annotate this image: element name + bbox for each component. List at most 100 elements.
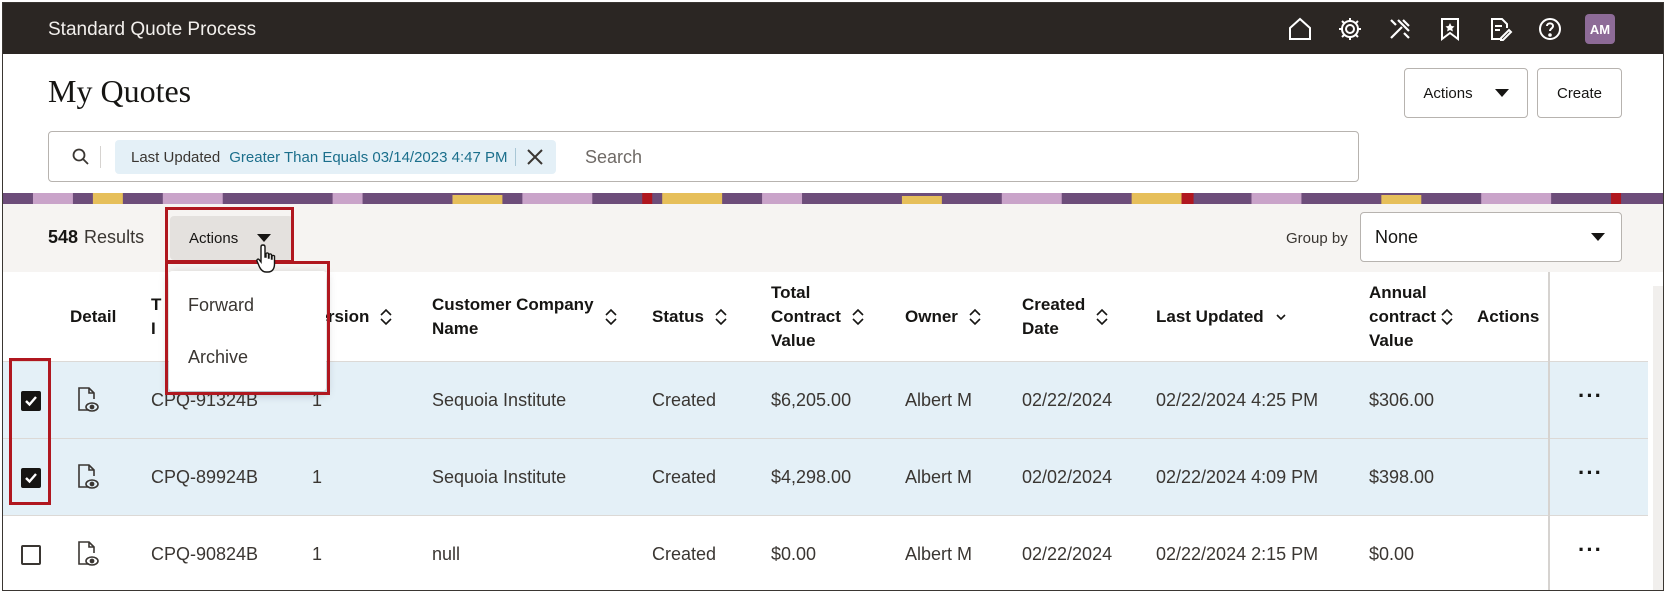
results-count: 548 Results [48, 227, 144, 248]
cell-created-date: 02/22/2024 [1022, 544, 1113, 564]
column-header-actions: Actions [1477, 272, 1539, 362]
top-icon-bar: AM [1265, 14, 1615, 44]
row-checkbox[interactable] [21, 391, 41, 411]
more-horizontal-icon[interactable]: ··· [1578, 385, 1603, 407]
help-icon[interactable] [1535, 14, 1565, 44]
cell-transaction-id[interactable]: CPQ-90824B [151, 516, 258, 590]
column-label: Date [1022, 319, 1059, 338]
view-document-icon[interactable] [76, 540, 100, 568]
results-number: 548 [48, 227, 79, 247]
results-label: Results [84, 227, 145, 247]
cell-total-contract-value: $6,205.00 [771, 390, 852, 410]
view-document-icon[interactable] [76, 463, 100, 491]
menu-item-archive[interactable]: Archive [188, 347, 248, 368]
row-checkbox[interactable] [21, 468, 41, 488]
results-actions-label: Actions [189, 229, 239, 247]
results-toolbar: 548 Results Actions Group by None [3, 204, 1663, 272]
cell-customer: Sequoia Institute [432, 467, 567, 487]
gear-icon[interactable] [1335, 14, 1365, 44]
page-title: My Quotes [48, 73, 192, 109]
close-icon[interactable] [526, 148, 544, 166]
column-header-total-contract-value[interactable]: Total Contract Value [771, 272, 865, 362]
column-label: Name [432, 319, 479, 338]
column-divider [1548, 272, 1550, 590]
decorative-banner [3, 193, 1663, 204]
cell-status: Created [652, 467, 717, 487]
search-divider [100, 146, 101, 168]
tools-icon[interactable] [1385, 14, 1415, 44]
cell-status: Created [652, 544, 717, 564]
column-label: I [151, 319, 156, 338]
group-by-value: None [1375, 226, 1419, 247]
header-actions-button[interactable]: Actions [1404, 68, 1528, 118]
sort-icon[interactable] [379, 308, 393, 326]
search-input[interactable] [585, 140, 1285, 174]
column-header-customer[interactable]: Customer Company Name [432, 272, 618, 362]
sort-icon[interactable] [851, 308, 865, 326]
cell-customer: null [432, 544, 461, 564]
column-header-owner[interactable]: Owner [905, 272, 982, 362]
filter-chip-value: Greater Than Equals 03/14/2023 4:47 PM [229, 148, 508, 166]
home-icon[interactable] [1285, 14, 1315, 44]
caret-down-icon [257, 234, 272, 242]
column-label: Actions [1477, 307, 1540, 326]
more-horizontal-icon[interactable]: ··· [1578, 539, 1603, 561]
row-checkbox[interactable] [21, 545, 41, 565]
cell-annual-contract-value: $0.00 [1369, 544, 1415, 564]
checkmark-icon [25, 396, 37, 407]
create-button[interactable]: Create [1537, 68, 1622, 118]
column-header-status[interactable]: Status [652, 272, 728, 362]
column-label: contract [1369, 307, 1437, 326]
column-header-transaction-id[interactable]: T I [151, 272, 161, 362]
cell-transaction-id[interactable]: CPQ-89924B [151, 439, 258, 516]
cell-last-updated: 02/22/2024 2:15 PM [1156, 544, 1319, 564]
actions-dropdown-menu: Forward Archive [169, 271, 326, 391]
column-header-detail[interactable]: Detail [70, 272, 116, 362]
cell-last-updated: 02/22/2024 4:09 PM [1156, 467, 1319, 487]
search-bar[interactable]: Last Updated Greater Than Equals 03/14/2… [48, 131, 1359, 182]
bookmark-icon[interactable] [1435, 14, 1465, 44]
filter-chip-divider [515, 148, 517, 166]
hand-cursor-icon [256, 244, 276, 273]
sort-icon[interactable] [968, 308, 982, 326]
sort-icon[interactable] [714, 308, 728, 326]
cell-total-contract-value: $4,298.00 [771, 467, 852, 487]
table-row[interactable]: CPQ-90824B 1 null Created $0.00 Albert M… [3, 516, 1648, 590]
cell-status: Created [652, 390, 717, 410]
avatar[interactable]: AM [1585, 14, 1615, 44]
cell-customer: Sequoia Institute [432, 390, 567, 410]
sort-icon[interactable] [1095, 308, 1109, 326]
search-icon[interactable] [71, 147, 91, 167]
column-label: Annual [1369, 283, 1427, 302]
column-label: T [151, 295, 162, 314]
column-label: Detail [70, 307, 117, 326]
caret-down-icon [1591, 233, 1605, 241]
cell-owner: Albert M [905, 390, 973, 410]
cell-created-date: 02/02/2024 [1022, 467, 1113, 487]
cell-owner: Albert M [905, 467, 973, 487]
column-header-last-updated[interactable]: Last Updated [1156, 272, 1288, 362]
cell-annual-contract-value: $306.00 [1369, 390, 1435, 410]
group-by-select[interactable]: None [1360, 212, 1622, 262]
sort-icon[interactable] [604, 308, 618, 326]
column-label: Last Updated [1156, 307, 1264, 326]
top-bar: Standard Quote Process AM [3, 3, 1663, 54]
view-document-icon[interactable] [76, 386, 100, 414]
cell-last-updated: 02/22/2024 4:25 PM [1156, 390, 1319, 410]
sort-descending-icon[interactable] [1274, 308, 1288, 326]
table-row[interactable]: CPQ-89924B 1 Sequoia Institute Created $… [3, 439, 1648, 516]
menu-item-forward[interactable]: Forward [188, 295, 254, 316]
column-header-created-date[interactable]: Created Date [1022, 272, 1109, 362]
cell-total-contract-value: $0.00 [771, 544, 817, 564]
cell-version: 1 [312, 544, 323, 564]
edit-document-icon[interactable] [1485, 14, 1515, 44]
more-horizontal-icon[interactable]: ··· [1578, 462, 1603, 484]
vertical-scrollbar[interactable] [1653, 286, 1663, 590]
filter-chip[interactable]: Last Updated Greater Than Equals 03/14/2… [115, 140, 557, 174]
app-title: Standard Quote Process [48, 19, 257, 40]
checkmark-icon [25, 473, 37, 484]
column-label: Customer Company [432, 295, 594, 314]
column-label: Owner [905, 307, 958, 326]
sort-icon[interactable] [1440, 308, 1454, 326]
column-header-annual-contract-value[interactable]: Annual contract Value [1369, 272, 1454, 362]
